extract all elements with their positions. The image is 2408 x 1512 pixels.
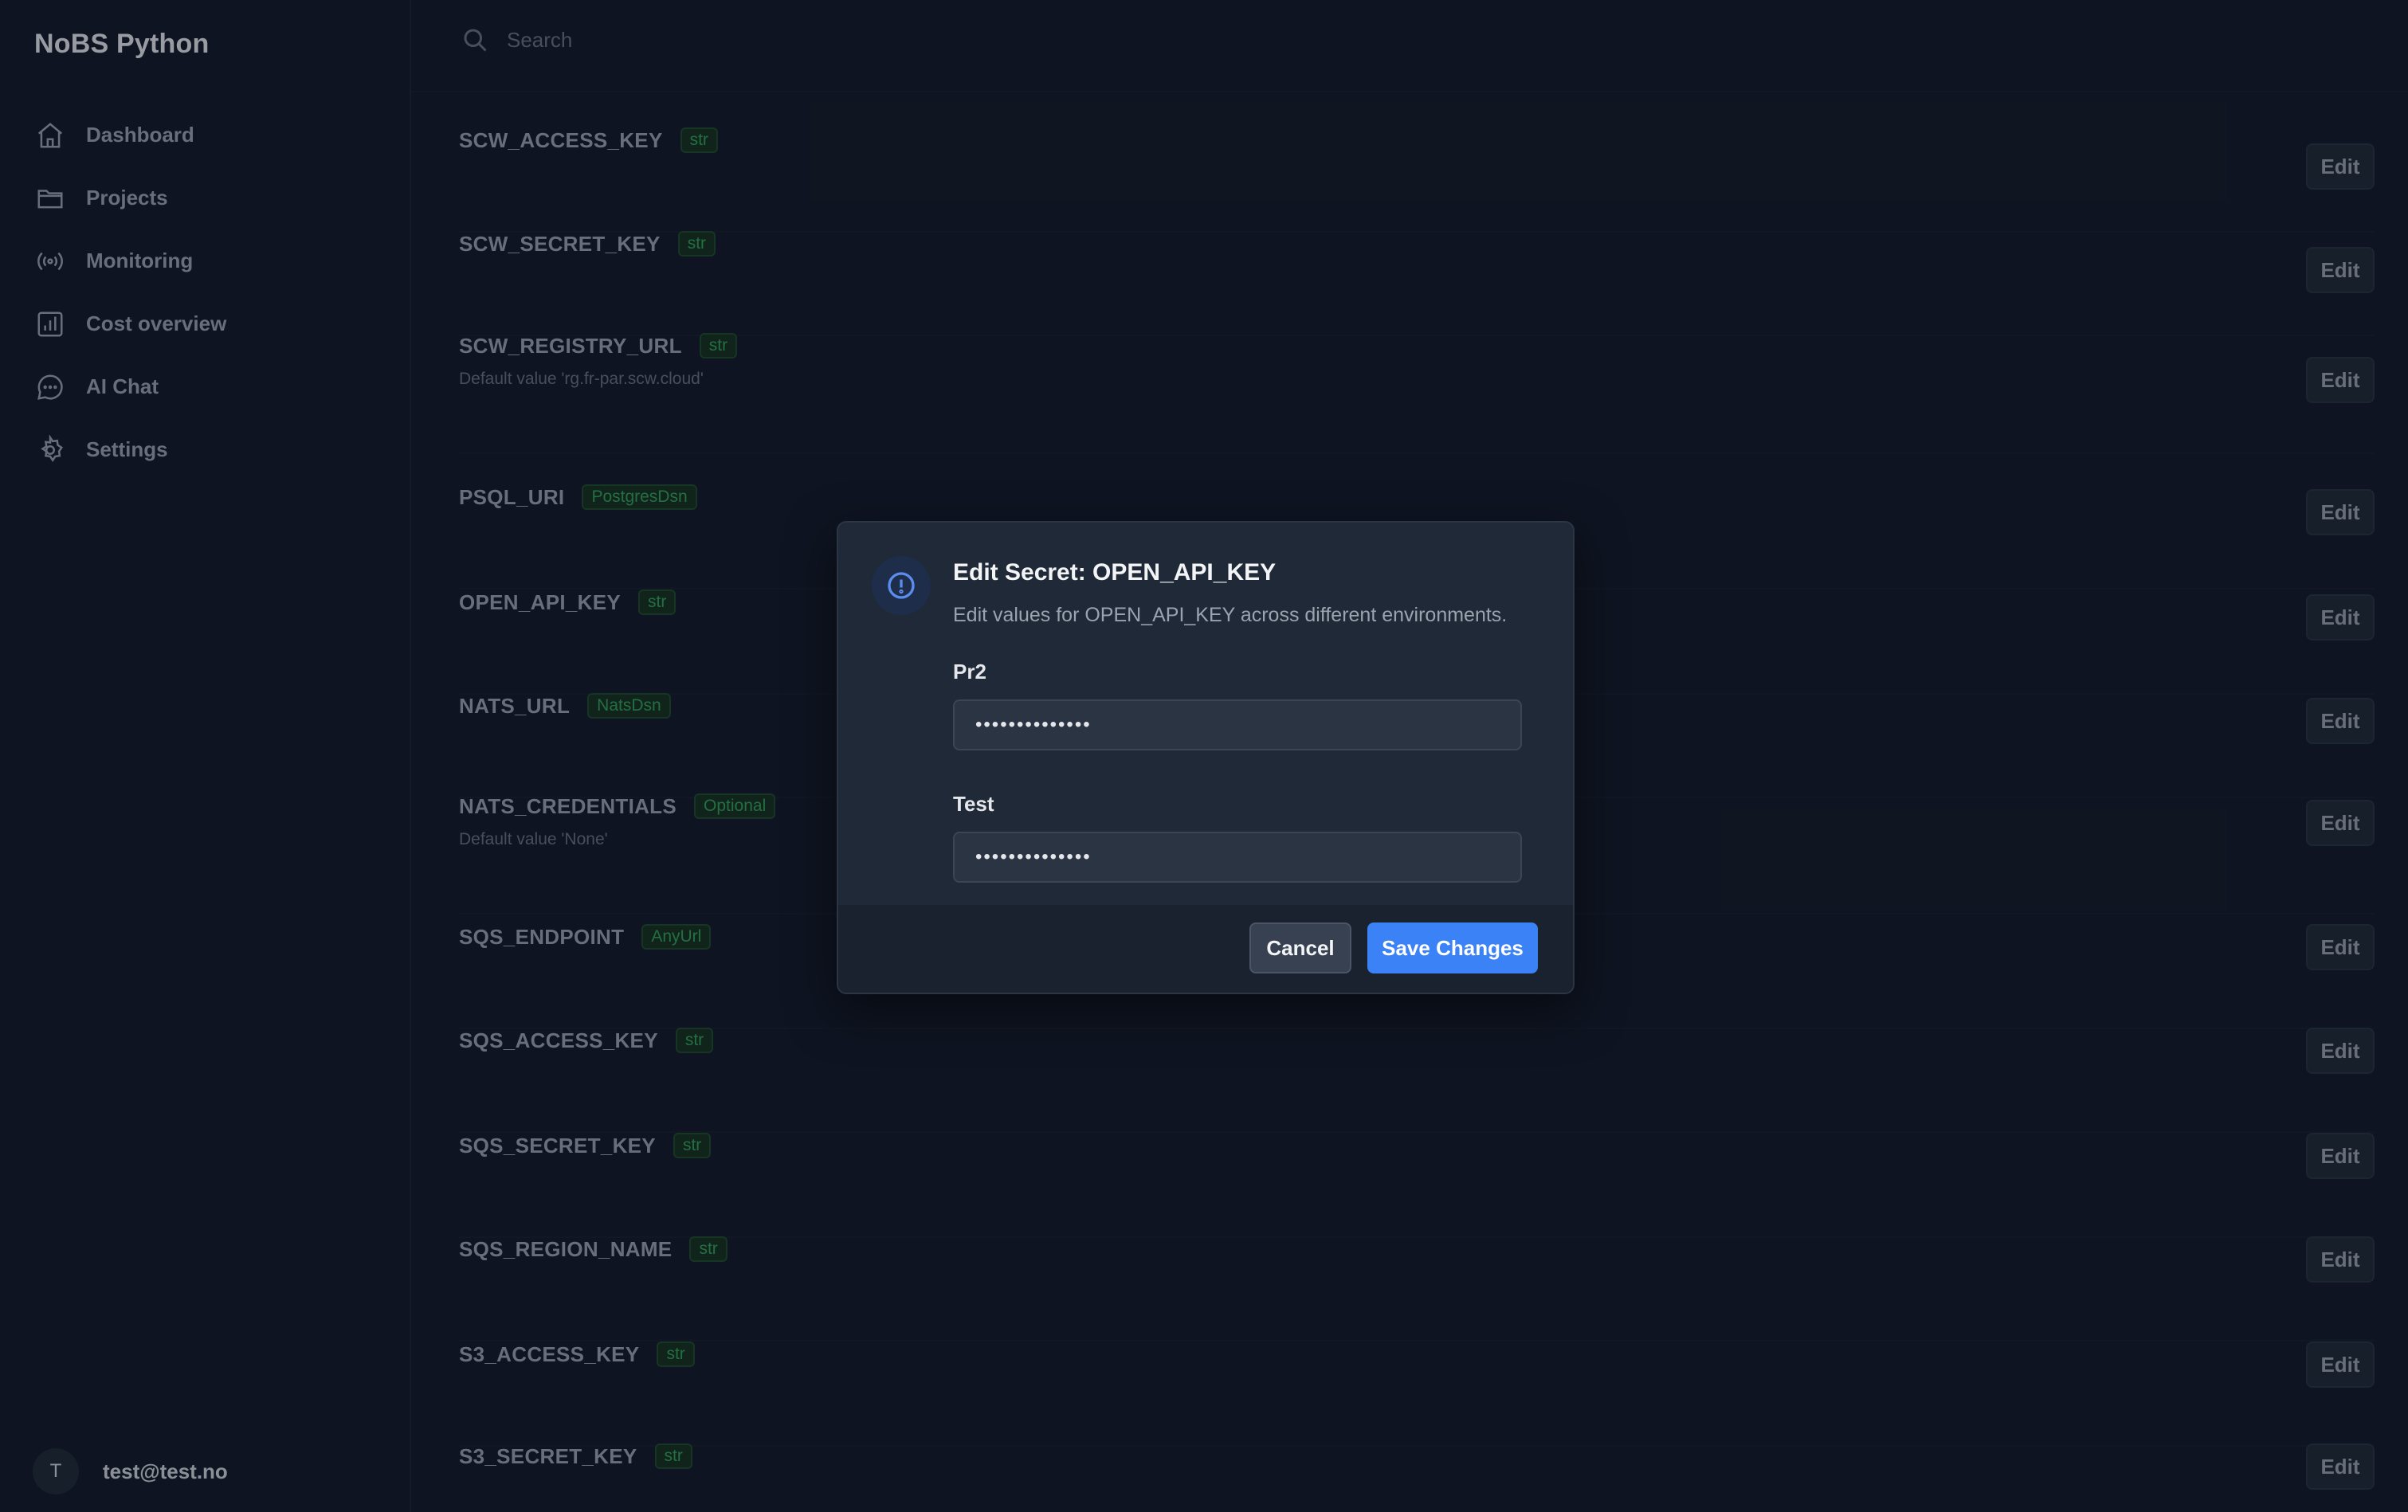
dialog-footer: Cancel Save Changes (838, 905, 1573, 993)
info-icon (872, 556, 931, 615)
cancel-button[interactable]: Cancel (1249, 922, 1351, 973)
field-label-test: Test (953, 792, 994, 816)
dialog-description: Edit values for OPEN_API_KEY across diff… (953, 604, 1508, 626)
pr2-secret-input[interactable] (953, 699, 1522, 750)
save-changes-button[interactable]: Save Changes (1367, 922, 1538, 973)
dialog-title: Edit Secret: OPEN_API_KEY (953, 559, 1277, 586)
field-label-pr2: Pr2 (953, 660, 986, 684)
test-secret-input[interactable] (953, 832, 1522, 883)
edit-secret-dialog: Edit Secret: OPEN_API_KEY Edit values fo… (837, 521, 1575, 994)
